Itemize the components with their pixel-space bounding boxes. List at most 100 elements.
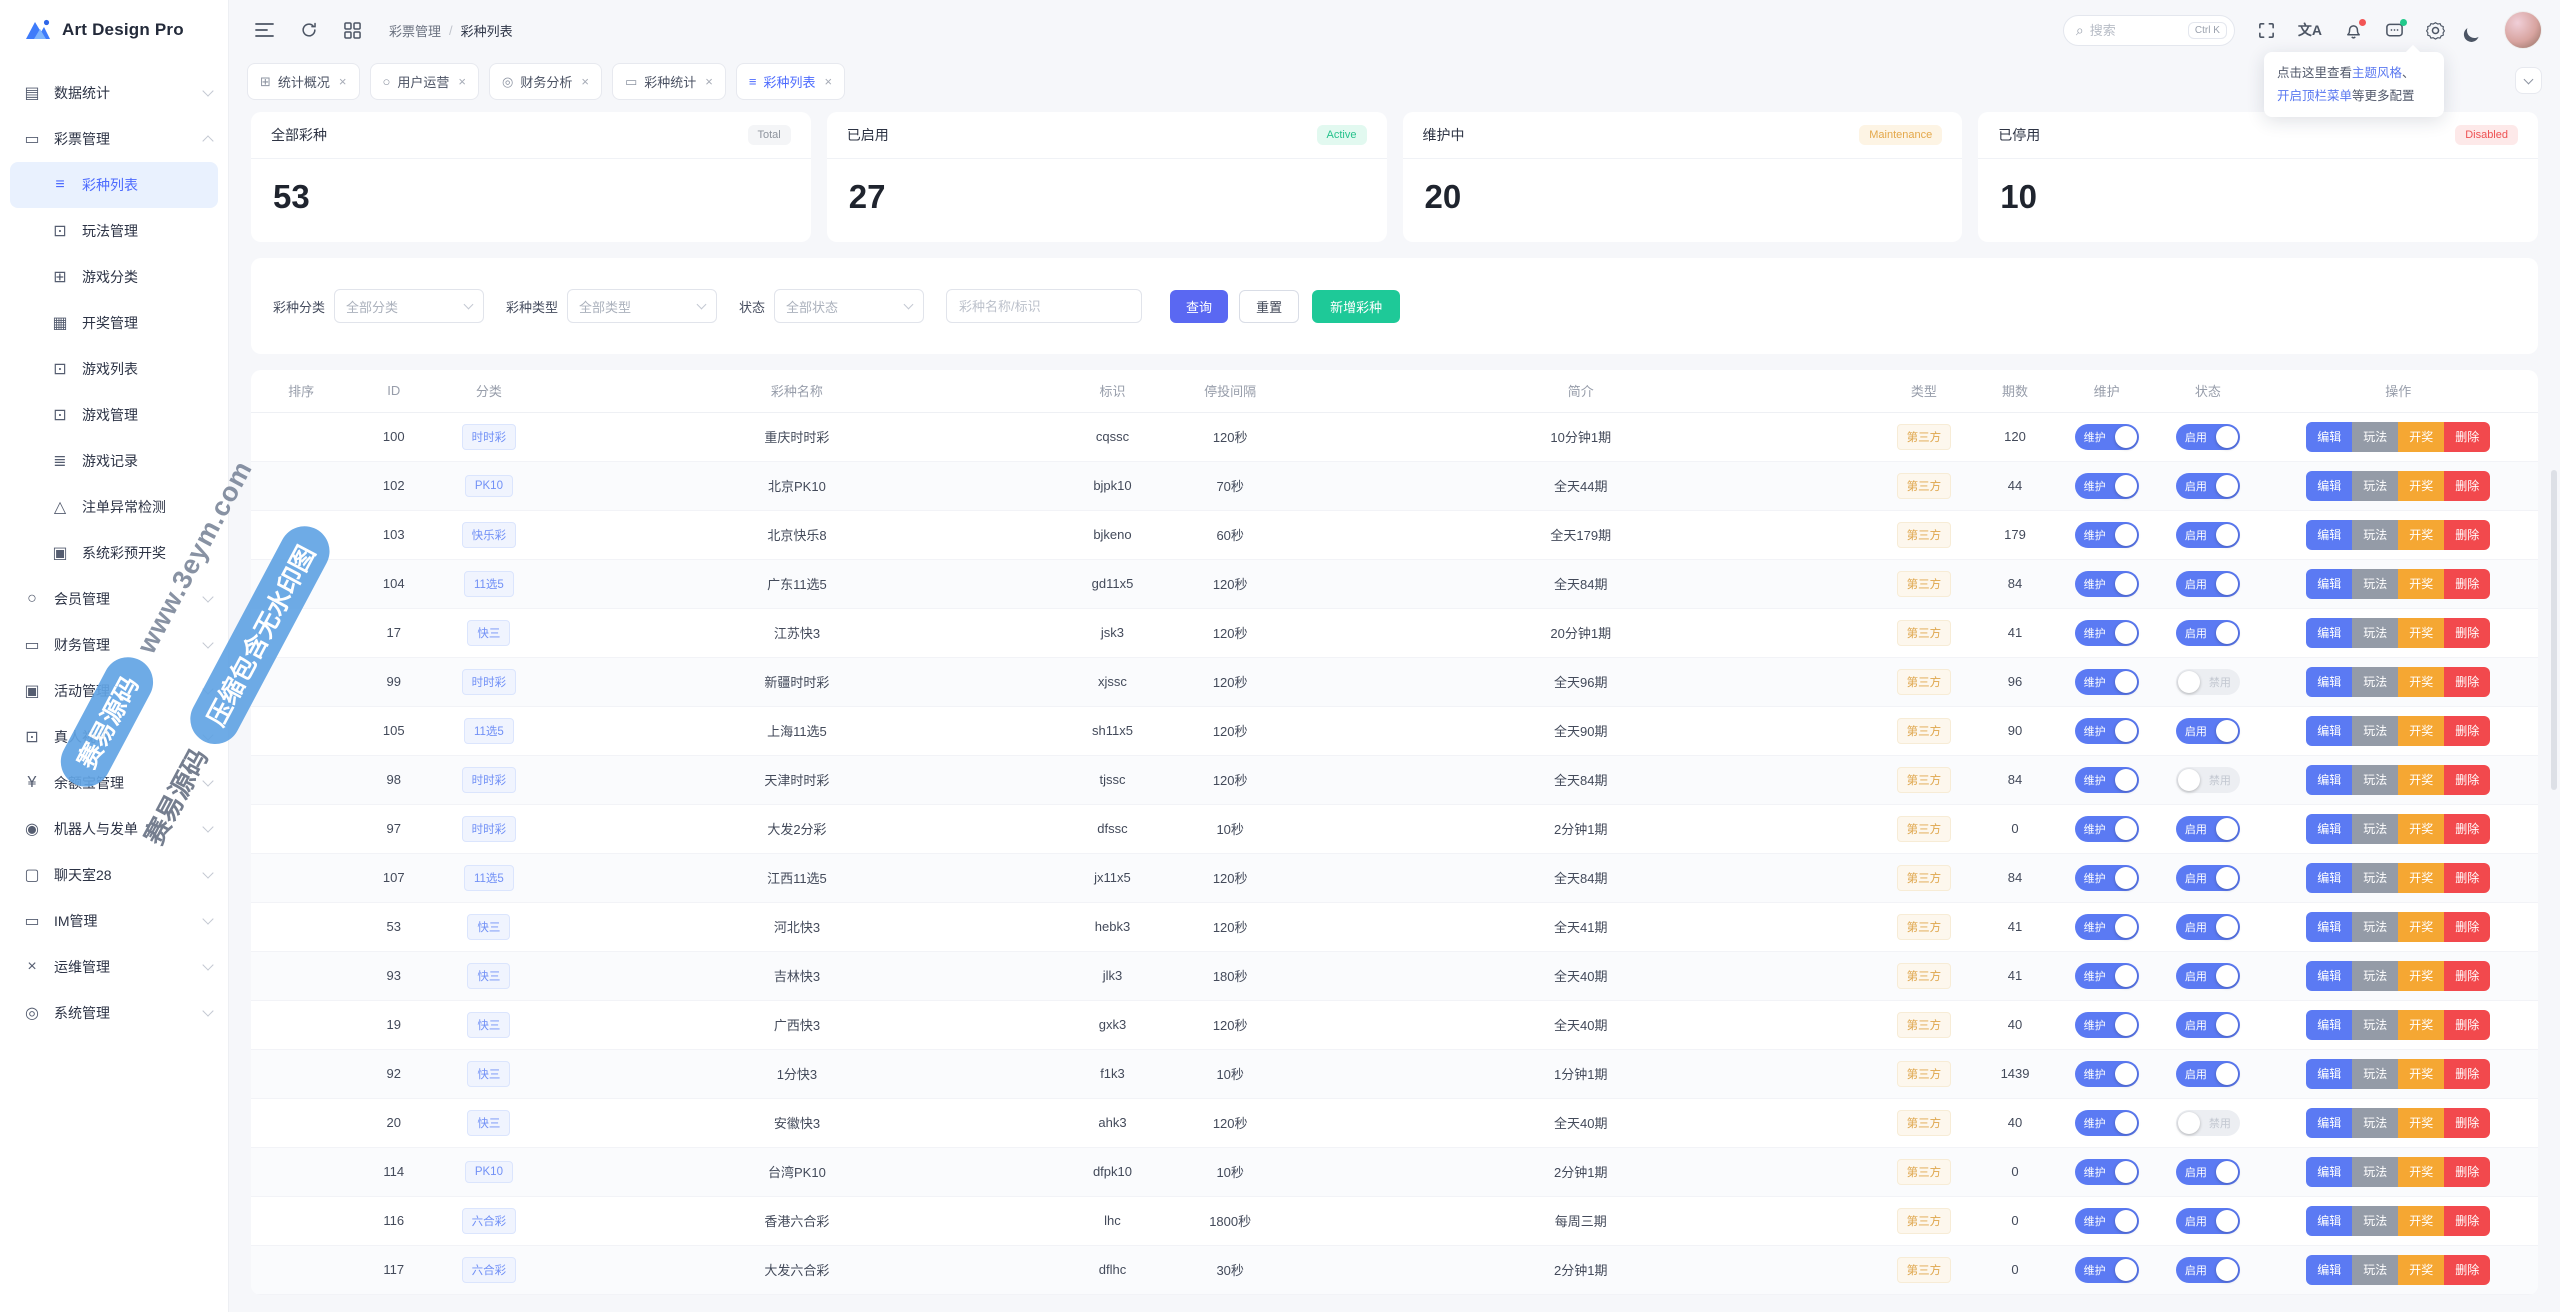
query-button[interactable]: 查询: [1170, 290, 1228, 323]
draw-button[interactable]: 开奖: [2398, 716, 2444, 746]
play-rules-button[interactable]: 玩法: [2352, 863, 2398, 893]
tab-用户运营[interactable]: ○用户运营×: [370, 63, 479, 100]
toggle-on[interactable]: 启用: [2176, 1159, 2240, 1185]
delete-button[interactable]: 删除: [2444, 1059, 2490, 1089]
play-rules-button[interactable]: 玩法: [2352, 471, 2398, 501]
sidebar-item-游戏列表[interactable]: ⊡游戏列表: [0, 346, 228, 392]
play-rules-button[interactable]: 玩法: [2352, 912, 2398, 942]
edit-button[interactable]: 编辑: [2306, 863, 2352, 893]
edit-button[interactable]: 编辑: [2306, 569, 2352, 599]
draw-button[interactable]: 开奖: [2398, 618, 2444, 648]
user-avatar[interactable]: [2504, 11, 2542, 49]
apps-grid-icon[interactable]: [344, 22, 361, 39]
tooltip-topmenu-link[interactable]: 开启顶栏菜单: [2277, 89, 2352, 103]
play-rules-button[interactable]: 玩法: [2352, 520, 2398, 550]
sidebar-item-财务管理[interactable]: ▭财务管理: [0, 622, 228, 668]
play-rules-button[interactable]: 玩法: [2352, 1010, 2398, 1040]
draw-button[interactable]: 开奖: [2398, 863, 2444, 893]
delete-button[interactable]: 删除: [2444, 716, 2490, 746]
sidebar-item-会员管理[interactable]: ○会员管理: [0, 576, 228, 622]
delete-button[interactable]: 删除: [2444, 520, 2490, 550]
toggle-on[interactable]: 维护: [2075, 1257, 2139, 1283]
draw-button[interactable]: 开奖: [2398, 1255, 2444, 1285]
draw-button[interactable]: 开奖: [2398, 667, 2444, 697]
category-select[interactable]: 全部分类: [334, 289, 484, 323]
play-rules-button[interactable]: 玩法: [2352, 961, 2398, 991]
global-search[interactable]: ⌕ Ctrl K: [2063, 15, 2235, 46]
draw-button[interactable]: 开奖: [2398, 1010, 2444, 1040]
edit-button[interactable]: 编辑: [2306, 961, 2352, 991]
play-rules-button[interactable]: 玩法: [2352, 1059, 2398, 1089]
toggle-on[interactable]: 启用: [2176, 620, 2240, 646]
toggle-on[interactable]: 启用: [2176, 963, 2240, 989]
toggle-on[interactable]: 维护: [2075, 718, 2139, 744]
tabs-dropdown-button[interactable]: [2515, 67, 2542, 94]
toggle-on[interactable]: 维护: [2075, 1012, 2139, 1038]
tab-彩种列表[interactable]: ≡彩种列表×: [736, 63, 845, 100]
delete-button[interactable]: 删除: [2444, 1255, 2490, 1285]
edit-button[interactable]: 编辑: [2306, 1206, 2352, 1236]
toggle-on[interactable]: 维护: [2075, 1110, 2139, 1136]
edit-button[interactable]: 编辑: [2306, 618, 2352, 648]
delete-button[interactable]: 删除: [2444, 471, 2490, 501]
type-select[interactable]: 全部类型: [567, 289, 717, 323]
toggle-on[interactable]: 维护: [2075, 571, 2139, 597]
sidebar-item-注单异常检测[interactable]: △注单异常检测: [0, 484, 228, 530]
toggle-on[interactable]: 维护: [2075, 1159, 2139, 1185]
play-rules-button[interactable]: 玩法: [2352, 569, 2398, 599]
play-rules-button[interactable]: 玩法: [2352, 814, 2398, 844]
notification-bell-icon[interactable]: [2344, 21, 2363, 40]
draw-button[interactable]: 开奖: [2398, 814, 2444, 844]
sidebar-item-玩法管理[interactable]: ⊡玩法管理: [0, 208, 228, 254]
tab-close-icon[interactable]: ×: [581, 74, 589, 89]
edit-button[interactable]: 编辑: [2306, 765, 2352, 795]
edit-button[interactable]: 编辑: [2306, 471, 2352, 501]
settings-gear-icon[interactable]: [2426, 21, 2445, 40]
delete-button[interactable]: 删除: [2444, 961, 2490, 991]
add-lottery-button[interactable]: 新增彩种: [1312, 290, 1400, 323]
edit-button[interactable]: 编辑: [2306, 520, 2352, 550]
edit-button[interactable]: 编辑: [2306, 814, 2352, 844]
play-rules-button[interactable]: 玩法: [2352, 667, 2398, 697]
sidebar-item-彩票管理[interactable]: ▭彩票管理: [0, 116, 228, 162]
delete-button[interactable]: 删除: [2444, 1206, 2490, 1236]
draw-button[interactable]: 开奖: [2398, 1059, 2444, 1089]
draw-button[interactable]: 开奖: [2398, 765, 2444, 795]
draw-button[interactable]: 开奖: [2398, 1108, 2444, 1138]
tab-财务分析[interactable]: ◎财务分析×: [489, 63, 602, 100]
sidebar-item-活动管理[interactable]: ▣活动管理: [0, 668, 228, 714]
toggle-on[interactable]: 维护: [2075, 522, 2139, 548]
menu-toggle-icon[interactable]: [255, 22, 274, 38]
sidebar-item-数据统计[interactable]: ▤数据统计: [0, 70, 228, 116]
toggle-on[interactable]: 启用: [2176, 424, 2240, 450]
sidebar-item-系统彩预开奖[interactable]: ▣系统彩预开奖: [0, 530, 228, 576]
edit-button[interactable]: 编辑: [2306, 716, 2352, 746]
tab-close-icon[interactable]: ×: [339, 74, 347, 89]
play-rules-button[interactable]: 玩法: [2352, 765, 2398, 795]
delete-button[interactable]: 删除: [2444, 1108, 2490, 1138]
tab-close-icon[interactable]: ×: [705, 74, 713, 89]
sidebar-item-游戏记录[interactable]: ≣游戏记录: [0, 438, 228, 484]
status-select[interactable]: 全部状态: [774, 289, 924, 323]
toggle-on[interactable]: 启用: [2176, 718, 2240, 744]
toggle-on[interactable]: 维护: [2075, 767, 2139, 793]
sidebar-item-彩种列表[interactable]: ≡彩种列表: [10, 162, 218, 208]
sidebar-item-游戏分类[interactable]: ⊞游戏分类: [0, 254, 228, 300]
edit-button[interactable]: 编辑: [2306, 422, 2352, 452]
play-rules-button[interactable]: 玩法: [2352, 1255, 2398, 1285]
toggle-on[interactable]: 维护: [2075, 1061, 2139, 1087]
toggle-on[interactable]: 启用: [2176, 816, 2240, 842]
toggle-off[interactable]: 禁用: [2176, 1110, 2240, 1136]
toggle-on[interactable]: 启用: [2176, 571, 2240, 597]
toggle-on[interactable]: 维护: [2075, 620, 2139, 646]
toggle-off[interactable]: 禁用: [2176, 767, 2240, 793]
toggle-on[interactable]: 维护: [2075, 473, 2139, 499]
edit-button[interactable]: 编辑: [2306, 667, 2352, 697]
toggle-on[interactable]: 维护: [2075, 816, 2139, 842]
tab-统计概况[interactable]: ⊞统计概况×: [247, 63, 360, 100]
toggle-on[interactable]: 维护: [2075, 914, 2139, 940]
edit-button[interactable]: 编辑: [2306, 1255, 2352, 1285]
delete-button[interactable]: 删除: [2444, 667, 2490, 697]
chat-icon[interactable]: [2385, 21, 2404, 40]
play-rules-button[interactable]: 玩法: [2352, 618, 2398, 648]
